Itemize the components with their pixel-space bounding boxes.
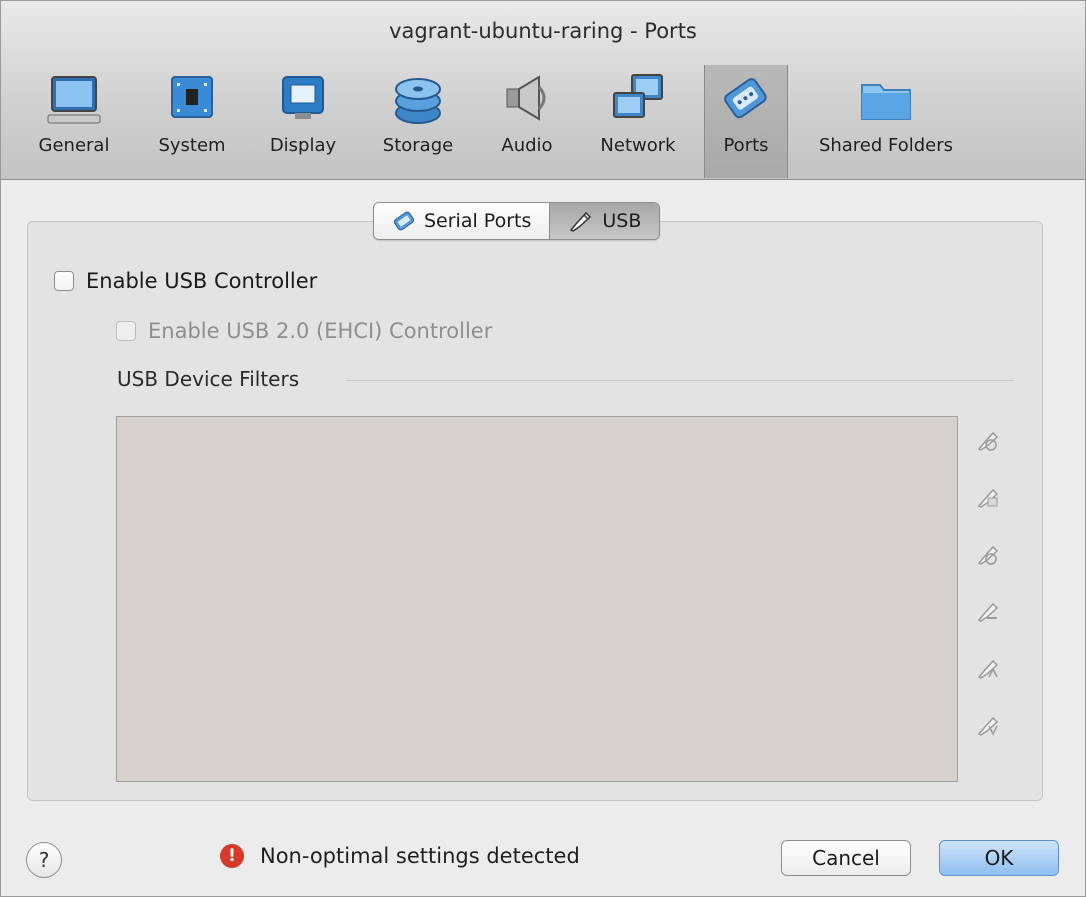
toolbar-label: System [158,135,226,156]
ok-button[interactable]: OK [939,840,1059,876]
tab-usb[interactable]: USB [549,203,660,239]
warning-icon: ! [220,844,244,868]
move-filter-down-button[interactable] [973,710,1003,740]
toolbar-item-shared-folders[interactable]: Shared Folders [806,65,966,178]
enable-usb2-ehci-row: Enable USB 2.0 (EHCI) Controller [116,319,492,343]
toolbar-item-audio[interactable]: Audio [485,65,569,178]
cancel-button[interactable]: Cancel [781,840,911,876]
disk-stack-icon [395,78,441,124]
toolbar-item-ports[interactable]: Ports [704,65,788,178]
move-down-icon [977,716,999,736]
toolbar-label: Display [269,135,337,156]
add-from-device-button[interactable] [973,482,1003,512]
section-divider [346,380,1014,381]
serial-port-icon [724,78,767,119]
edit-filter-icon [977,545,999,565]
enable-usb-controller-checkbox[interactable] [54,271,74,291]
chip-icon [171,76,213,118]
add-from-device-icon [977,488,999,508]
monitor-icon [47,76,101,124]
remove-filter-icon [977,602,999,622]
tab-label: USB [602,210,642,232]
toolbar-item-system[interactable]: System [147,65,237,178]
usb-pen-icon [570,211,592,232]
toolbar-label: Shared Folders [818,135,954,156]
add-empty-filter-icon [977,431,999,451]
enable-usb-controller-row[interactable]: Enable USB Controller [54,269,317,293]
serial-port-icon [393,211,415,231]
toolbar-label: Network [600,135,676,156]
non-optimal-warning[interactable]: ! Non-optimal settings detected [220,844,580,868]
network-icon [613,74,663,118]
settings-window: vagrant-ubuntu-raring - Ports General Sy… [0,0,1086,897]
enable-usb2-ehci-checkbox[interactable] [116,321,136,341]
usb-device-filters-heading: USB Device Filters [117,367,300,391]
toolbar-label: Ports [723,135,769,156]
toolbar-label: General [38,135,110,156]
toolbar-item-storage[interactable]: Storage [371,65,465,178]
toolbar-item-display[interactable]: Display [258,65,348,178]
toolbar-label: Audio [501,135,553,156]
window-title: vagrant-ubuntu-raring - Ports [389,19,697,43]
tab-serial-ports[interactable]: Serial Ports [374,203,550,239]
speaker-icon [506,75,546,121]
display-icon [282,76,324,119]
warning-text: Non-optimal settings detected [260,844,580,868]
move-up-icon [977,659,999,679]
usb-filter-list[interactable] [116,416,958,782]
help-icon: ? [38,848,50,872]
help-button[interactable]: ? [26,842,62,878]
edit-filter-button[interactable] [973,539,1003,569]
toolbar-label: Storage [382,135,454,156]
add-empty-filter-button[interactable] [973,425,1003,455]
toolbar-item-network[interactable]: Network [586,65,690,178]
tab-label: Serial Ports [424,210,532,232]
move-filter-up-button[interactable] [973,653,1003,683]
enable-usb2-ehci-label: Enable USB 2.0 (EHCI) Controller [148,319,493,343]
remove-filter-button[interactable] [973,596,1003,626]
tab-bar: Serial Ports USB [373,202,661,240]
folder-icon [861,84,911,120]
enable-usb-controller-label: Enable USB Controller [86,269,318,293]
settings-toolbar: vagrant-ubuntu-raring - Ports General Sy… [1,1,1085,180]
toolbar-item-general[interactable]: General [29,65,119,178]
